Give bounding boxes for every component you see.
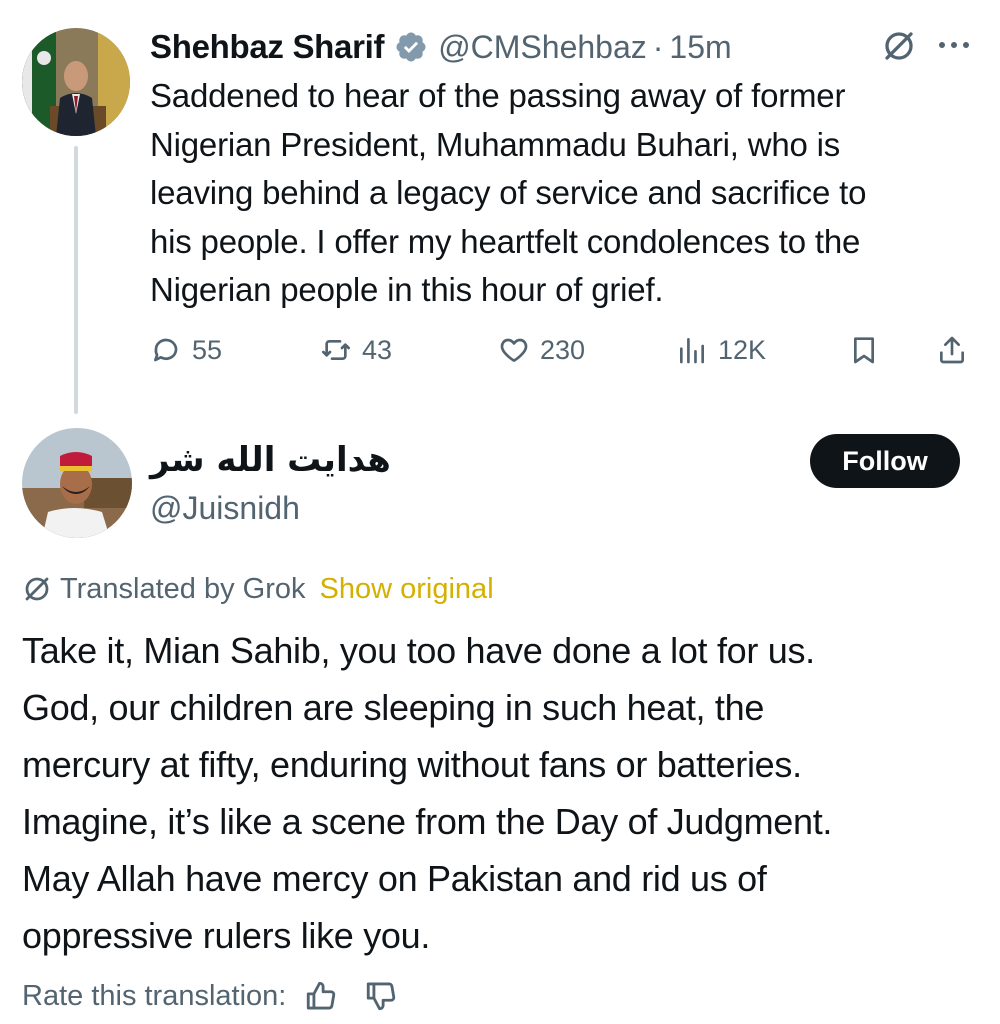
tweet2-text-line: mercury at fifty, enduring without fans … — [22, 744, 802, 785]
tweet2-text-line: oppressive rulers like you. — [22, 915, 431, 956]
bookmark-icon — [854, 337, 874, 364]
tweet2-text-line: Imagine, it’s like a scene from the Day … — [22, 801, 833, 842]
repost-button[interactable]: 43 — [320, 328, 392, 372]
display-name[interactable]: هدایت الله شر — [150, 440, 391, 480]
bookmark-button[interactable] — [848, 328, 880, 372]
rate-translation-row: Rate this translation: — [22, 974, 398, 1018]
translation-notice: Translated by Grok Show original — [22, 570, 494, 608]
rate-translation-label: Rate this translation: — [22, 979, 287, 1012]
handle[interactable]: @Juisnidh — [150, 490, 300, 527]
thumbs-up-icon[interactable] — [304, 979, 338, 1013]
handle[interactable]: @CMShehbaz — [438, 29, 647, 66]
display-name[interactable]: Shehbaz Sharif — [150, 28, 384, 66]
reply-icon — [154, 338, 178, 362]
tweet2-text-line: Take it, Mian Sahib, you too have done a… — [22, 630, 815, 671]
translated-by-label: Translated by Grok — [60, 572, 306, 605]
follow-button[interactable]: Follow — [810, 434, 960, 488]
avatar-juisnidh[interactable] — [22, 428, 132, 538]
share-icon — [940, 336, 964, 364]
tweet1-header: Shehbaz Sharif @CMShehbaz · 15m — [150, 24, 732, 70]
like-button[interactable]: 230 — [498, 328, 585, 372]
tweet2-text-line: May Allah have mercy on Pakistan and rid… — [22, 858, 767, 899]
tweet1-text-line: Nigerian President, Muhammadu Buhari, wh… — [150, 125, 841, 163]
tweet1-text-line: leaving behind a legacy of service and s… — [150, 174, 867, 211]
tweet2-text: Take it, Mian Sahib, you too have done a… — [22, 622, 992, 964]
repost-count: 43 — [362, 334, 393, 365]
tweet1-text-line: Saddened to hear of the passing away of … — [150, 77, 846, 114]
verified-badge-icon — [396, 32, 426, 62]
reply-button[interactable]: 55 — [150, 328, 222, 372]
views-count: 12K — [718, 334, 767, 365]
views-chart-icon — [680, 338, 704, 364]
share-button[interactable] — [936, 328, 968, 372]
repost-icon — [322, 340, 350, 360]
reply-count: 55 — [192, 334, 223, 365]
timestamp[interactable]: 15m — [669, 29, 731, 66]
thread-connector-line — [74, 146, 78, 414]
views-button[interactable]: 12K — [676, 328, 766, 372]
tweet1-action-bar: 55 43 230 12K — [150, 328, 980, 372]
grok-icon — [25, 577, 49, 601]
heart-icon — [500, 338, 528, 362]
more-icon[interactable] — [934, 33, 974, 57]
show-original-link[interactable]: Show original — [320, 573, 494, 606]
grok-icon[interactable] — [881, 28, 917, 64]
like-count: 230 — [540, 334, 586, 365]
tweet1-text: Saddened to hear of the passing away of … — [150, 72, 990, 315]
separator-dot: · — [652, 28, 664, 65]
tweet1-text-line: his people. I offer my heartfelt condole… — [150, 222, 861, 260]
tweet2-text-line: God, our children are sleeping in such h… — [22, 687, 765, 728]
tweet1-text-line: Nigerian people in this hour of grief. — [150, 271, 664, 308]
avatar-shehbaz-sharif[interactable] — [22, 28, 130, 136]
thumbs-down-icon[interactable] — [364, 979, 398, 1013]
